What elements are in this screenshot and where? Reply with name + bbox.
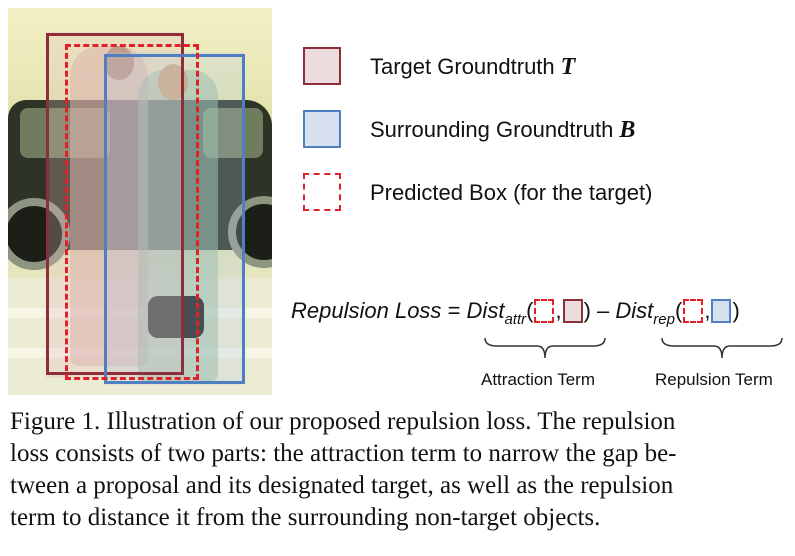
attraction-brace [484, 337, 606, 359]
equation-lhs: Repulsion Loss [291, 298, 442, 323]
surrounding-box-icon [711, 299, 732, 323]
comma: , [704, 298, 711, 323]
legend-target-label: Target Groundtruth [370, 54, 555, 79]
legend-target: Target Groundtruth T [370, 54, 575, 81]
figure-caption: Figure 1. Illustration of our proposed r… [10, 406, 790, 534]
legend-predicted: Predicted Box (for the target) [370, 180, 652, 206]
caption-line: loss consists of two parts: the attracti… [10, 440, 677, 467]
repulsion-loss-equation: Repulsion Loss = Distattr(,) – Distrep(,… [291, 298, 740, 328]
attraction-term-label: Attraction Term [481, 370, 596, 389]
repulsion-term-label: Repulsion Term [655, 370, 773, 389]
attr-subscript: attr [504, 311, 527, 328]
rep-subscript: rep [653, 311, 675, 328]
caption-line: term to distance it from the surrounding… [10, 504, 601, 531]
equation-equals: = [447, 298, 461, 323]
dist-label: Dist [466, 298, 505, 323]
legend-surrounding-label: Surrounding Groundtruth [370, 117, 614, 142]
close-paren: ) [732, 298, 740, 323]
surrounding-swatch [303, 110, 341, 148]
open-paren: ( [674, 298, 683, 323]
predicted-box [65, 44, 199, 380]
target-box-icon [562, 299, 583, 323]
comma: , [555, 298, 562, 323]
target-swatch [303, 47, 341, 85]
dist-label: Dist [615, 298, 654, 323]
legend-target-symbol: T [560, 54, 576, 80]
caption-line: Figure 1. Illustration of our proposed r… [10, 408, 676, 435]
caption-line: tween a proposal and its designated targ… [10, 472, 674, 499]
dist-attr: Distattr [466, 298, 527, 328]
legend-predicted-label: Predicted Box (for the target) [370, 180, 653, 205]
predicted-swatch [303, 173, 341, 211]
dist-rep: Distrep [615, 298, 675, 328]
equation-minus: – [597, 298, 610, 323]
predicted-box-icon [534, 299, 555, 323]
repulsion-brace [661, 337, 783, 359]
open-paren: ( [526, 298, 534, 323]
legend-surrounding: Surrounding Groundtruth B [370, 117, 635, 144]
legend-surrounding-symbol: B [619, 117, 636, 143]
close-paren: ) [583, 298, 591, 323]
predicted-box-icon [683, 299, 704, 323]
